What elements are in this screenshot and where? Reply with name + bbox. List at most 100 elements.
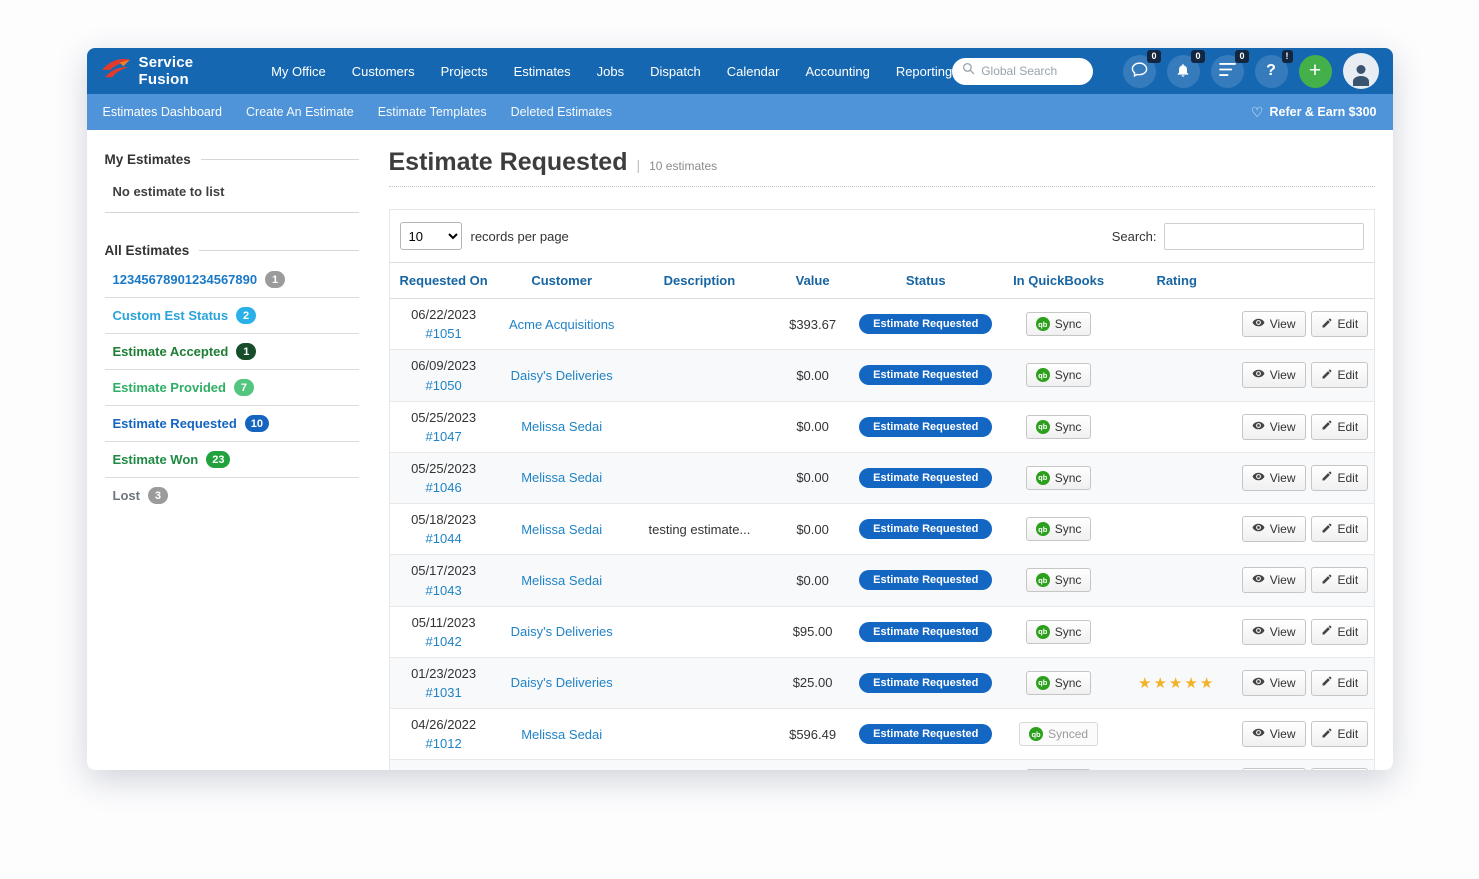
- table-header-row: Requested On Customer Description Value Stat…: [389, 262, 1374, 299]
- view-button[interactable]: View: [1241, 768, 1306, 770]
- estimate-status-link[interactable]: 12345678901234567890: [113, 272, 258, 287]
- view-button[interactable]: View: [1241, 362, 1306, 389]
- customer-link[interactable]: Daisy's Deliveries: [511, 624, 613, 639]
- column-header[interactable]: Description: [625, 262, 774, 299]
- status-badge: Estimate Requested: [859, 570, 993, 591]
- customer-link[interactable]: Acme Acquisitions: [509, 317, 615, 332]
- quickbooks-sync-button[interactable]: qbSync: [1025, 517, 1092, 542]
- edit-button[interactable]: Edit: [1310, 311, 1369, 338]
- nav-item[interactable]: Dispatch: [650, 64, 701, 79]
- view-button[interactable]: View: [1241, 567, 1306, 594]
- column-header[interactable]: Customer: [497, 262, 626, 299]
- view-button[interactable]: View: [1241, 311, 1306, 338]
- estimate-number-link[interactable]: #1042: [426, 634, 462, 649]
- view-button[interactable]: View: [1241, 464, 1306, 491]
- nav-item[interactable]: Accounting: [805, 64, 869, 79]
- edit-button[interactable]: Edit: [1310, 362, 1369, 389]
- customer-link[interactable]: Melissa Sedai: [521, 470, 602, 485]
- edit-button[interactable]: Edit: [1310, 721, 1369, 748]
- nav-item[interactable]: Reporting: [896, 64, 952, 79]
- estimate-status-item[interactable]: Estimate Won 23: [104, 442, 359, 478]
- view-button[interactable]: View: [1241, 618, 1306, 645]
- estimate-status-item[interactable]: 12345678901234567890 1: [104, 262, 359, 298]
- quickbooks-sync-button[interactable]: qbSync: [1025, 670, 1092, 695]
- subnav-item[interactable]: Create An Estimate: [246, 105, 354, 119]
- edit-button[interactable]: Edit: [1310, 567, 1369, 594]
- estimate-number-link[interactable]: #1047: [426, 429, 462, 444]
- view-button[interactable]: View: [1241, 721, 1306, 748]
- customer-link[interactable]: Daisy's Deliveries: [511, 368, 613, 383]
- view-button[interactable]: View: [1241, 669, 1306, 696]
- estimate-status-item[interactable]: Estimate Requested 10: [104, 406, 359, 442]
- estimate-status-link[interactable]: Estimate Requested: [113, 416, 237, 431]
- view-button[interactable]: View: [1241, 413, 1306, 440]
- quickbooks-sync-button[interactable]: qb Synced: [1019, 722, 1099, 747]
- nav-item[interactable]: Customers: [352, 64, 415, 79]
- estimate-count: 10 estimates: [649, 159, 718, 173]
- subnav-item[interactable]: Estimates Dashboard: [103, 105, 223, 119]
- estimate-status-item[interactable]: Estimate Provided 7: [104, 370, 359, 406]
- help-button[interactable]: ? !: [1254, 49, 1293, 88]
- subnav-item[interactable]: Estimate Templates: [378, 105, 487, 119]
- estimate-status-link[interactable]: Estimate Provided: [113, 380, 226, 395]
- quickbooks-sync-button[interactable]: qbSync: [1025, 465, 1092, 490]
- refer-earn-link[interactable]: ♡ Refer & Earn $300: [1251, 104, 1377, 121]
- estimate-status-link[interactable]: Lost: [113, 488, 140, 503]
- estimate-number-link[interactable]: #1031: [426, 685, 462, 700]
- estimate-status-link[interactable]: Estimate Accepted: [113, 344, 229, 359]
- estimate-number-link[interactable]: #1044: [426, 531, 462, 546]
- nav-item[interactable]: Jobs: [597, 64, 624, 79]
- estimate-number-link[interactable]: #1043: [426, 583, 462, 598]
- quickbooks-sync-button[interactable]: qbSync: [1025, 312, 1092, 337]
- edit-button[interactable]: Edit: [1310, 768, 1369, 770]
- estimate-status-item[interactable]: Custom Est Status 2: [104, 298, 359, 334]
- edit-button[interactable]: Edit: [1310, 516, 1369, 543]
- subnav-item[interactable]: Deleted Estimates: [511, 105, 612, 119]
- estimate-number-link[interactable]: #1051: [426, 326, 462, 341]
- edit-button[interactable]: Edit: [1310, 669, 1369, 696]
- estimate-number-link[interactable]: #1012: [426, 736, 462, 751]
- activity-feed-button[interactable]: 0: [1210, 49, 1249, 88]
- column-header[interactable]: Value: [773, 262, 852, 299]
- edit-button[interactable]: Edit: [1310, 618, 1369, 645]
- quickbooks-sync-button[interactable]: qbSync: [1025, 414, 1092, 439]
- edit-button[interactable]: Edit: [1310, 464, 1369, 491]
- table-search-input[interactable]: [1163, 222, 1364, 250]
- edit-button[interactable]: Edit: [1310, 413, 1369, 440]
- estimates-table-region: 10 records per page Search: Requested On…: [388, 209, 1375, 770]
- page-size-select[interactable]: 10: [399, 222, 462, 250]
- customer-link[interactable]: Melissa Sedai: [521, 522, 602, 537]
- chat-button[interactable]: 0: [1122, 49, 1161, 88]
- view-button[interactable]: View: [1241, 516, 1306, 543]
- column-header[interactable]: Status: [851, 262, 1000, 299]
- quickbooks-sync-button[interactable]: qbSync: [1025, 769, 1092, 770]
- quickbooks-sync-button[interactable]: qbSync: [1025, 619, 1092, 644]
- column-header[interactable]: In QuickBooks: [999, 262, 1118, 299]
- column-header[interactable]: Rating: [1117, 262, 1236, 299]
- star-rating[interactable]: ★★★★★: [1138, 675, 1215, 692]
- customer-link[interactable]: Melissa Sedai: [521, 573, 602, 588]
- customer-link[interactable]: Melissa Sedai: [521, 727, 602, 742]
- estimate-number-link[interactable]: #1046: [426, 480, 462, 495]
- estimate-status-link[interactable]: Estimate Won: [113, 452, 199, 467]
- nav-item[interactable]: My Office: [271, 64, 326, 79]
- user-avatar[interactable]: [1342, 53, 1379, 89]
- quickbooks-sync-button[interactable]: qbSync: [1025, 568, 1092, 593]
- brand[interactable]: Service Fusion: [101, 54, 230, 88]
- column-header[interactable]: [1235, 262, 1374, 299]
- global-search[interactable]: [952, 57, 1093, 85]
- nav-item[interactable]: Projects: [441, 64, 488, 79]
- column-header[interactable]: Requested On: [389, 262, 498, 299]
- customer-link[interactable]: Daisy's Deliveries: [511, 675, 613, 690]
- estimate-status-item[interactable]: Lost 3: [105, 478, 359, 513]
- nav-item[interactable]: Calendar: [727, 64, 780, 79]
- estimate-status-link[interactable]: Custom Est Status: [113, 308, 229, 323]
- estimate-status-item[interactable]: Estimate Accepted 1: [104, 334, 359, 370]
- notifications-button[interactable]: 0: [1166, 49, 1205, 88]
- estimate-number-link[interactable]: #1050: [426, 378, 462, 393]
- customer-link[interactable]: Melissa Sedai: [521, 419, 602, 434]
- quickbooks-sync-button[interactable]: qbSync: [1025, 363, 1092, 388]
- nav-item[interactable]: Estimates: [514, 64, 571, 79]
- quick-add-button[interactable]: +: [1298, 54, 1332, 88]
- global-search-input[interactable]: [981, 64, 1083, 78]
